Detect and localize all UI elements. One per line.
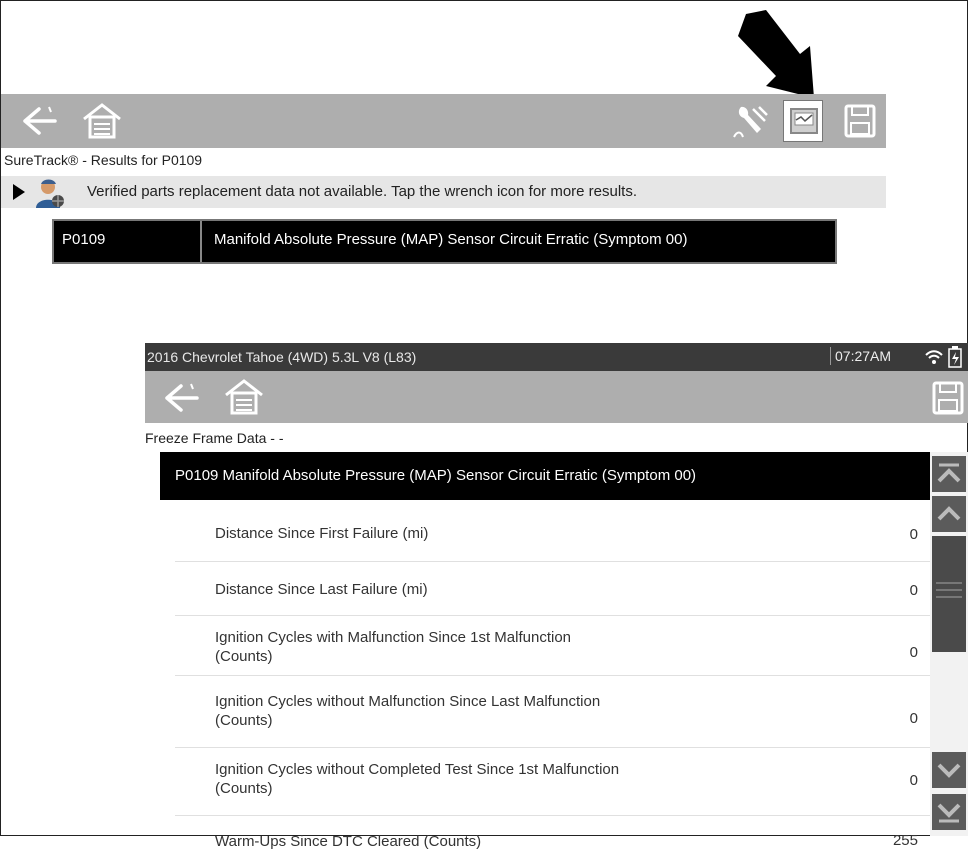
scroll-down-button[interactable] [932, 752, 966, 788]
dtc-description: Manifold Absolute Pressure (MAP) Sensor … [214, 231, 688, 248]
row-value: 255 [892, 832, 918, 849]
list-item: Warm-Ups Since DTC Cleared (Counts) 255 [175, 816, 930, 856]
scroll-bottom-button[interactable] [932, 794, 966, 830]
back-arrow-icon[interactable] [163, 381, 203, 415]
info-banner[interactable]: Verified parts replacement data not avai… [1, 176, 886, 208]
status-bar: 2016 Chevrolet Tahoe (4WD) 5.3L V8 (L83)… [145, 343, 968, 371]
row-label: Ignition Cycles without Completed Test S… [215, 760, 619, 798]
scroll-top-button[interactable] [932, 456, 966, 492]
freeze-frame-title: Freeze Frame Data - - [145, 430, 284, 446]
bottom-toolbar [145, 371, 968, 423]
freeze-frame-header-text: P0109 Manifold Absolute Pressure (MAP) S… [175, 467, 697, 484]
page-title: SureTrack® - Results for P0109 [4, 152, 203, 168]
banner-message: Verified parts replacement data not avai… [87, 183, 638, 200]
row-label: Distance Since First Failure (mi) [215, 524, 428, 543]
save-icon[interactable] [844, 104, 876, 138]
technician-icon [36, 179, 64, 208]
row-label-line1: Distance Since First Failure (mi) [215, 525, 429, 542]
list-item: Ignition Cycles without Malfunction Sinc… [175, 676, 930, 748]
freeze-frame-header: P0109 Manifold Absolute Pressure (MAP) S… [160, 452, 930, 500]
chevron-up-icon [937, 506, 961, 521]
row-value: 0 [909, 772, 918, 789]
row-label-line2: (Counts) [215, 780, 273, 797]
list-item: Ignition Cycles without Completed Test S… [175, 748, 930, 816]
row-label-line2: (Counts) [215, 648, 273, 665]
row-value: 0 [909, 644, 918, 661]
row-label: Distance Since Last Failure (mi) [215, 580, 428, 599]
row-label: Ignition Cycles without Malfunction Sinc… [215, 692, 600, 730]
row-value: 0 [909, 710, 918, 727]
list-item: Distance Since Last Failure (mi) 0 [175, 562, 930, 616]
row-label: Ignition Cycles with Malfunction Since 1… [215, 628, 571, 666]
scrollbar-thumb[interactable] [932, 536, 966, 652]
scroll-controls [930, 452, 968, 836]
row-label-line1: Ignition Cycles without Malfunction Sinc… [215, 693, 601, 710]
dtc-row[interactable]: P0109 Manifold Absolute Pressure (MAP) S… [52, 219, 837, 264]
list-item: Distance Since First Failure (mi) 0 [175, 502, 930, 562]
save-icon[interactable] [932, 381, 964, 415]
scroll-up-button[interactable] [932, 496, 966, 532]
freeze-frame-icon [790, 108, 818, 134]
battery-icon [948, 346, 962, 368]
row-label-line1: Warm-Ups Since DTC Cleared (Counts) [215, 833, 482, 850]
pointer-arrow-icon [738, 10, 814, 98]
top-toolbar [1, 94, 886, 148]
grip-icon [936, 582, 962, 598]
wrench-icon[interactable] [731, 103, 771, 141]
row-label-line2: (Counts) [215, 712, 273, 729]
list-item: Ignition Cycles with Malfunction Since 1… [175, 616, 930, 676]
row-label-line1: Ignition Cycles without Completed Test S… [215, 761, 620, 778]
row-value: 0 [909, 582, 918, 599]
row-label-line1: Ignition Cycles with Malfunction Since 1… [215, 629, 572, 646]
back-arrow-icon[interactable] [21, 104, 61, 138]
home-icon[interactable] [81, 102, 123, 140]
double-chevron-up-icon [937, 463, 961, 483]
dtc-code: P0109 [54, 221, 202, 262]
wifi-icon [925, 350, 943, 364]
chevron-down-icon [937, 763, 961, 778]
row-value: 0 [909, 526, 918, 543]
double-chevron-down-icon [937, 803, 961, 823]
home-icon[interactable] [223, 378, 265, 416]
row-label: Warm-Ups Since DTC Cleared (Counts) [215, 832, 481, 851]
clock: 07:27AM [830, 347, 895, 365]
freeze-frame-button[interactable] [783, 100, 823, 142]
row-label-line1: Distance Since Last Failure (mi) [215, 581, 428, 598]
expand-triangle-icon[interactable] [13, 184, 25, 200]
vehicle-name: 2016 Chevrolet Tahoe (4WD) 5.3L V8 (L83) [147, 349, 417, 365]
